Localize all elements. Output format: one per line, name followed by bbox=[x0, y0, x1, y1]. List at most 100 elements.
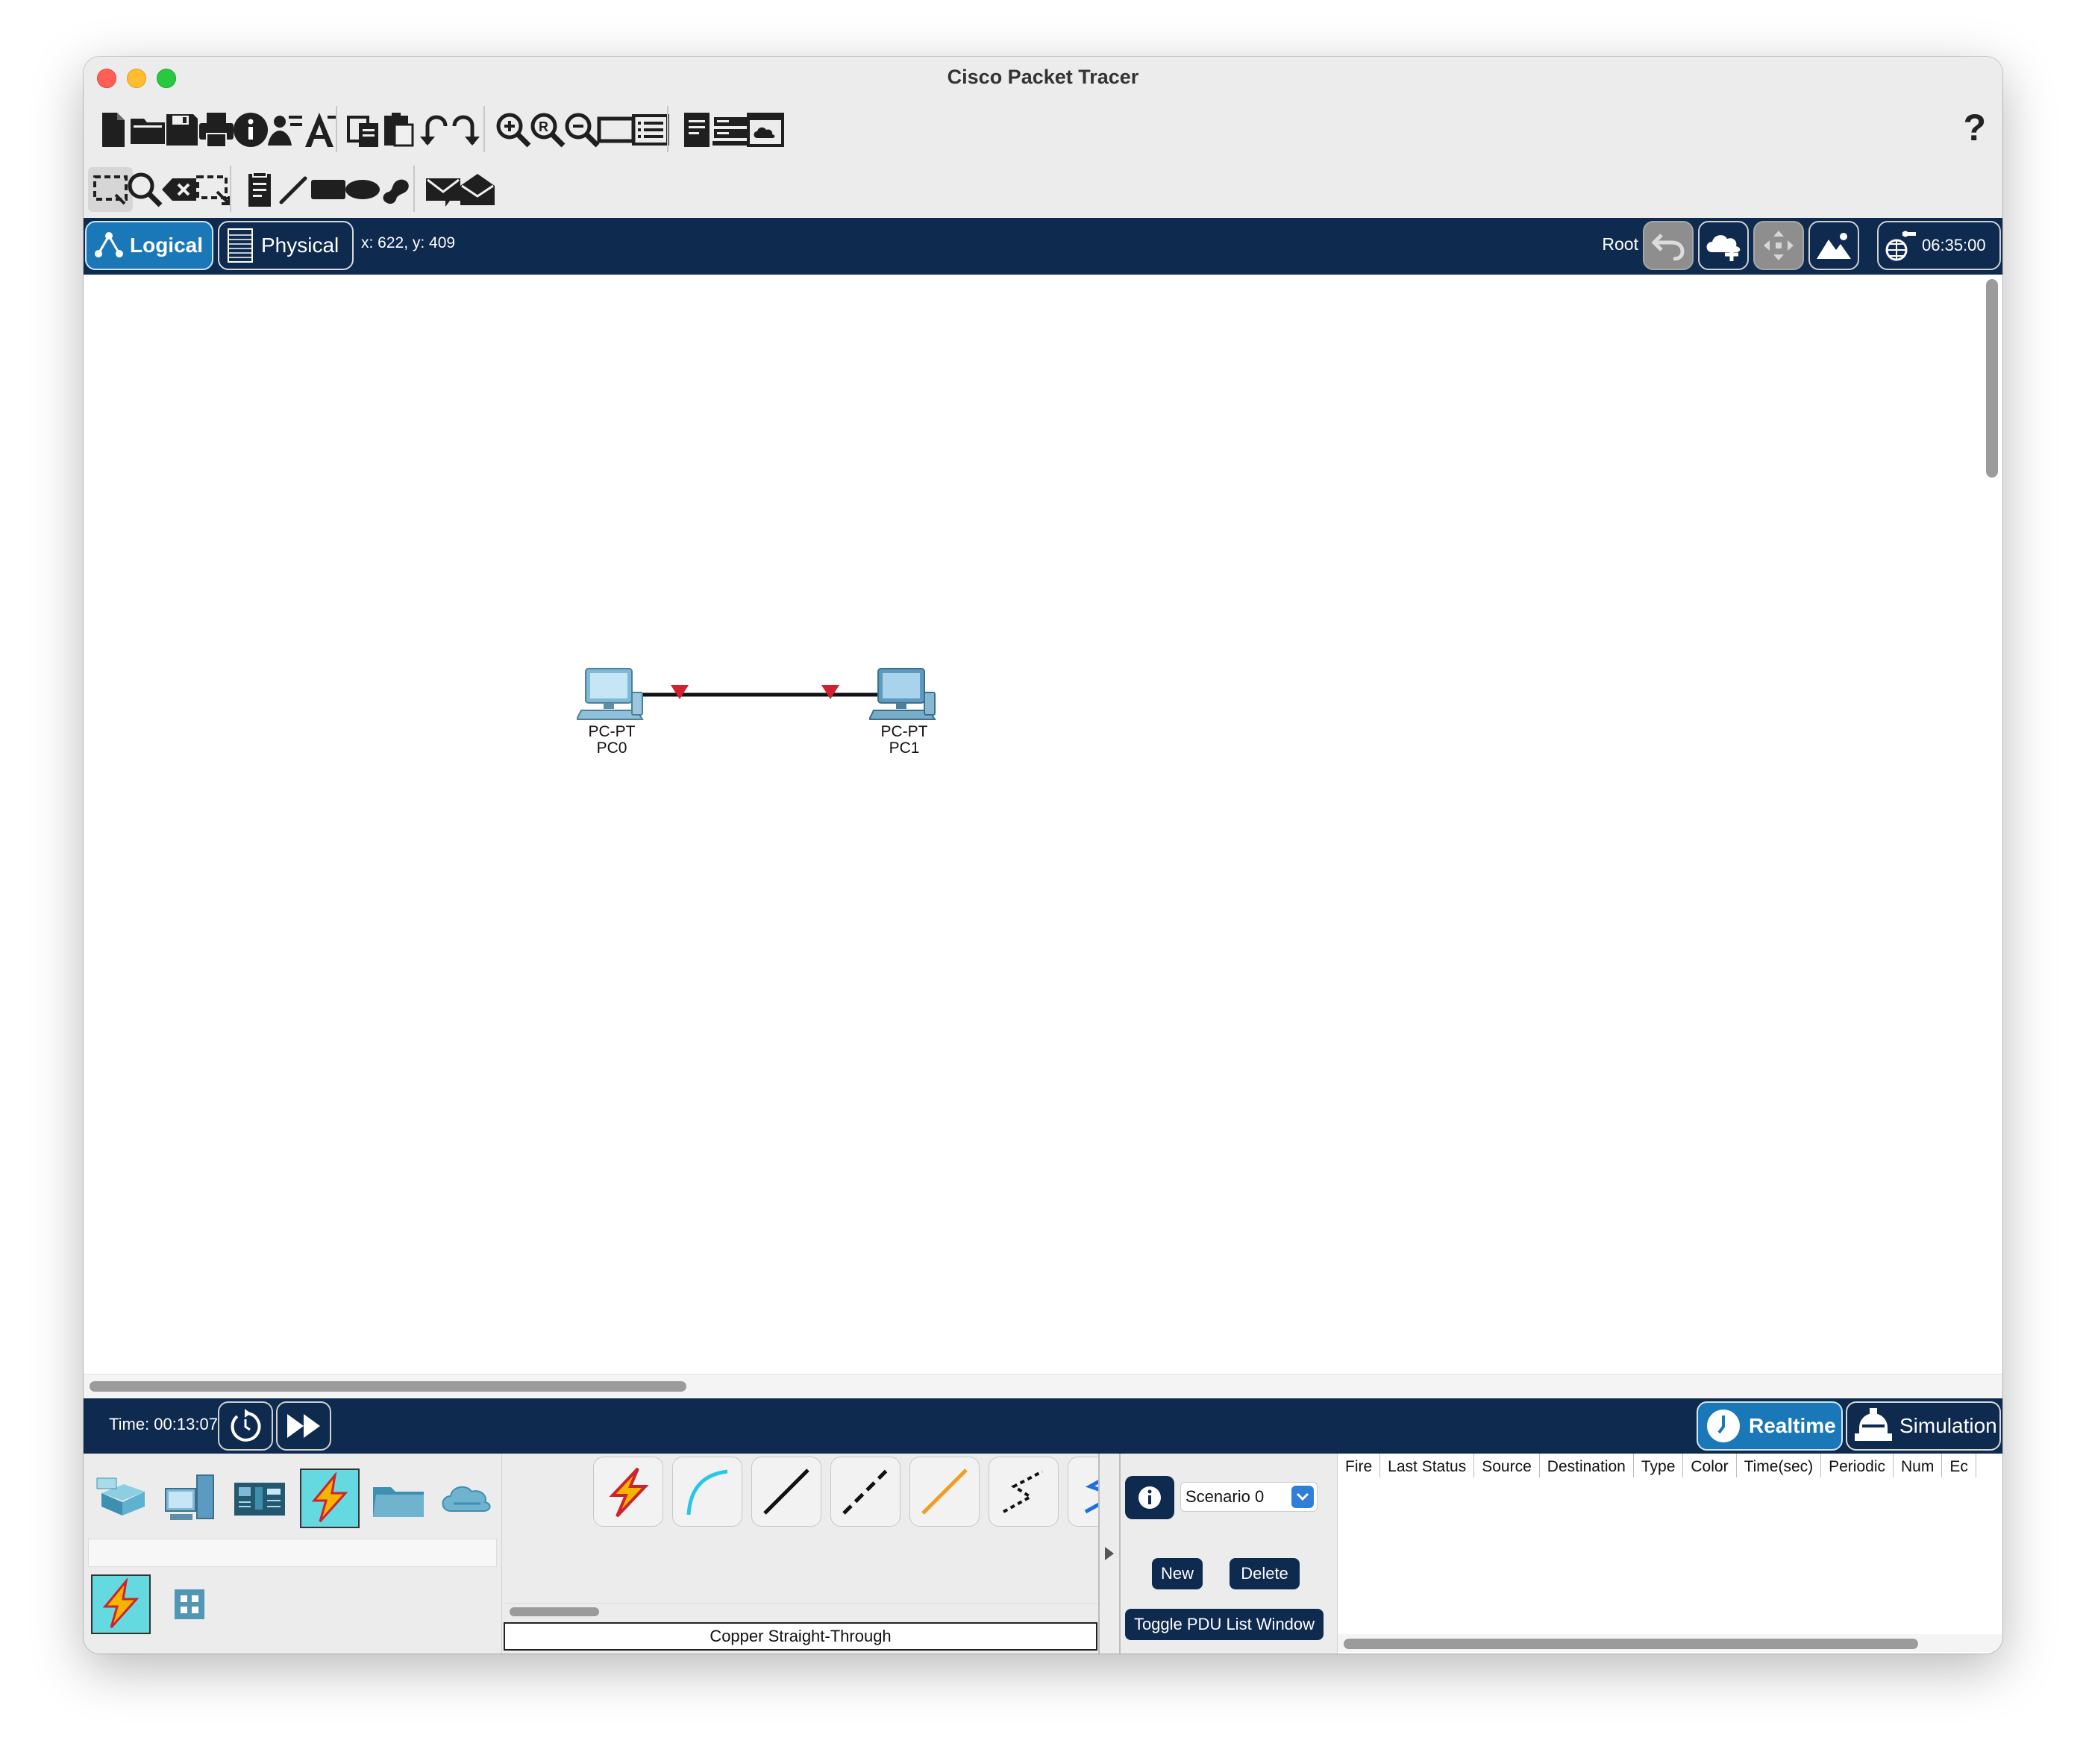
device-name-label[interactable]: PC0 bbox=[560, 740, 664, 757]
viewport-clock: 06:35:00 bbox=[1922, 236, 1986, 254]
toolbar-separator bbox=[413, 166, 415, 212]
edit-toolbar bbox=[84, 158, 2002, 219]
device-model-label: PC-PT bbox=[880, 723, 928, 740]
grid-view-icon[interactable] bbox=[160, 1574, 219, 1634]
device-type-selection bbox=[84, 1454, 501, 1654]
redo-icon[interactable] bbox=[445, 107, 489, 152]
fiber-cable-icon[interactable] bbox=[909, 1457, 980, 1527]
chevron-down-icon[interactable] bbox=[1291, 1486, 1314, 1508]
panel-collapse-handle[interactable] bbox=[1098, 1454, 1121, 1654]
pdu-list-table: Fire Last Status Source Destination Type… bbox=[1337, 1454, 2002, 1654]
column-header-num[interactable]: Num bbox=[1894, 1454, 1943, 1477]
clock-icon bbox=[1707, 1410, 1740, 1442]
column-header-fire[interactable]: Fire bbox=[1338, 1454, 1381, 1477]
custom-devices-dialog-icon[interactable] bbox=[628, 107, 673, 152]
custom-device-icon[interactable] bbox=[297, 107, 342, 152]
title-bar: Cisco Packet Tracer bbox=[84, 57, 2002, 99]
device-category-label-field bbox=[88, 1539, 497, 1567]
stopwatch-icon bbox=[1855, 1408, 1892, 1441]
set-background-icon[interactable] bbox=[1808, 221, 1859, 270]
window-title: Cisco Packet Tracer bbox=[947, 66, 1139, 88]
device-pc1[interactable]: PC-PT PC1 bbox=[852, 667, 956, 757]
phone-cable-icon[interactable] bbox=[989, 1457, 1059, 1527]
vertical-scrollbar[interactable] bbox=[1986, 279, 1998, 478]
column-header-type[interactable]: Type bbox=[1634, 1454, 1684, 1477]
main-toolbar: R ? bbox=[84, 98, 2002, 159]
toggle-pdu-list-button[interactable]: Toggle PDU List Window bbox=[1125, 1609, 1324, 1640]
copper-cross-over-icon[interactable] bbox=[830, 1457, 901, 1527]
svg-text:R: R bbox=[539, 119, 548, 134]
device-model-label: PC-PT bbox=[588, 723, 636, 740]
logical-view-tab[interactable]: Logical bbox=[85, 221, 213, 270]
link-status-down-icon bbox=[671, 685, 689, 699]
cursor-coordinates: x: 622, y: 409 bbox=[361, 234, 456, 251]
horizontal-scrollbar-track bbox=[84, 1374, 2002, 1398]
multiuser-connection-category-icon[interactable] bbox=[437, 1469, 497, 1528]
scenario-info-button[interactable] bbox=[1125, 1476, 1174, 1519]
app-window: Cisco Packet Tracer R ? Logical Physical… bbox=[84, 57, 2002, 1654]
root-breadcrumb[interactable]: Root bbox=[1602, 234, 1638, 254]
horizontal-scrollbar[interactable] bbox=[90, 1381, 686, 1392]
connection-types-scrollbar[interactable] bbox=[510, 1607, 599, 1616]
network-cloud-window-icon[interactable] bbox=[743, 107, 788, 152]
add-complex-pdu-icon[interactable] bbox=[455, 167, 500, 212]
pdu-list-scrollbar-track bbox=[1338, 1634, 2002, 1652]
help-icon[interactable]: ? bbox=[1963, 106, 1986, 149]
pdu-list-scrollbar[interactable] bbox=[1344, 1639, 1918, 1649]
move-object-icon[interactable] bbox=[1753, 221, 1804, 270]
pc-icon bbox=[577, 668, 644, 720]
rack-icon bbox=[228, 228, 253, 263]
link-status-down-icon bbox=[821, 685, 839, 699]
new-cluster-icon[interactable] bbox=[1698, 221, 1749, 270]
logical-workspace[interactable]: PC-PT PC0 PC-PT PC1 bbox=[84, 275, 2002, 1398]
topology-canvas bbox=[634, 685, 880, 699]
info-icon bbox=[1138, 1486, 1161, 1509]
realtime-mode-label: Realtime bbox=[1749, 1414, 1836, 1437]
scenario-panel: Scenario 0 New Delete Toggle PDU List Wi… bbox=[1121, 1454, 1337, 1654]
logical-topology-icon bbox=[95, 232, 123, 257]
end-devices-category-icon[interactable] bbox=[161, 1469, 221, 1528]
viewport-clock-button[interactable]: 06:35:00 bbox=[1877, 221, 2001, 270]
simulation-mode-tab[interactable]: Simulation bbox=[1846, 1401, 2001, 1451]
column-header-color[interactable]: Color bbox=[1683, 1454, 1737, 1477]
toolbar-separator bbox=[667, 106, 668, 152]
time-status-bar: Time: 00:13:07 Realtime Simulation bbox=[84, 1398, 2002, 1454]
fast-forward-time-icon[interactable] bbox=[276, 1401, 331, 1451]
column-header-last-status[interactable]: Last Status bbox=[1380, 1454, 1475, 1477]
connections-subtype-icon[interactable] bbox=[91, 1574, 151, 1634]
bottom-panel: Copper Straight-Through Scenario 0 New D… bbox=[84, 1454, 2002, 1654]
column-header-edit[interactable]: Ec bbox=[1942, 1454, 1976, 1477]
console-cable-icon[interactable] bbox=[672, 1457, 742, 1527]
selected-connection-name: Copper Straight-Through bbox=[504, 1622, 1097, 1651]
copper-straight-through-icon[interactable] bbox=[751, 1457, 821, 1527]
scenario-select[interactable]: Scenario 0 bbox=[1180, 1482, 1318, 1512]
miscellaneous-category-icon[interactable] bbox=[369, 1469, 428, 1528]
pc-icon bbox=[869, 668, 936, 720]
logical-view-label: Logical bbox=[130, 234, 204, 257]
column-header-source[interactable]: Source bbox=[1474, 1454, 1540, 1477]
connection-types-scrollbar-track bbox=[505, 1603, 1177, 1620]
physical-view-tab[interactable]: Physical bbox=[218, 221, 354, 270]
device-name-label[interactable]: PC1 bbox=[852, 740, 956, 757]
power-cycle-devices-icon[interactable] bbox=[218, 1401, 273, 1451]
components-category-icon[interactable] bbox=[230, 1469, 289, 1528]
connections-category-icon[interactable] bbox=[300, 1469, 360, 1528]
globe-icon bbox=[1885, 231, 1916, 261]
delete-scenario-button[interactable]: Delete bbox=[1230, 1558, 1300, 1589]
new-scenario-button[interactable]: New bbox=[1152, 1558, 1203, 1589]
network-devices-category-icon[interactable] bbox=[93, 1469, 152, 1528]
automatic-connection-icon[interactable] bbox=[593, 1457, 663, 1527]
physical-view-label: Physical bbox=[261, 234, 339, 257]
realtime-mode-tab[interactable]: Realtime bbox=[1697, 1401, 1843, 1451]
resize-shape-icon[interactable] bbox=[191, 167, 236, 212]
scenario-select-value: Scenario 0 bbox=[1185, 1487, 1265, 1506]
column-header-periodic[interactable]: Periodic bbox=[1821, 1454, 1894, 1477]
simulation-mode-label: Simulation bbox=[1899, 1414, 1997, 1437]
column-header-destination[interactable]: Destination bbox=[1540, 1454, 1634, 1477]
toolbar-separator bbox=[230, 166, 231, 212]
freeform-draw-icon[interactable] bbox=[375, 167, 419, 212]
connection-types-panel: Copper Straight-Through bbox=[501, 1454, 1180, 1654]
column-header-time[interactable]: Time(sec) bbox=[1737, 1454, 1822, 1477]
device-pc0[interactable]: PC-PT PC0 bbox=[560, 667, 664, 757]
back-to-parent-icon[interactable] bbox=[1643, 221, 1694, 270]
